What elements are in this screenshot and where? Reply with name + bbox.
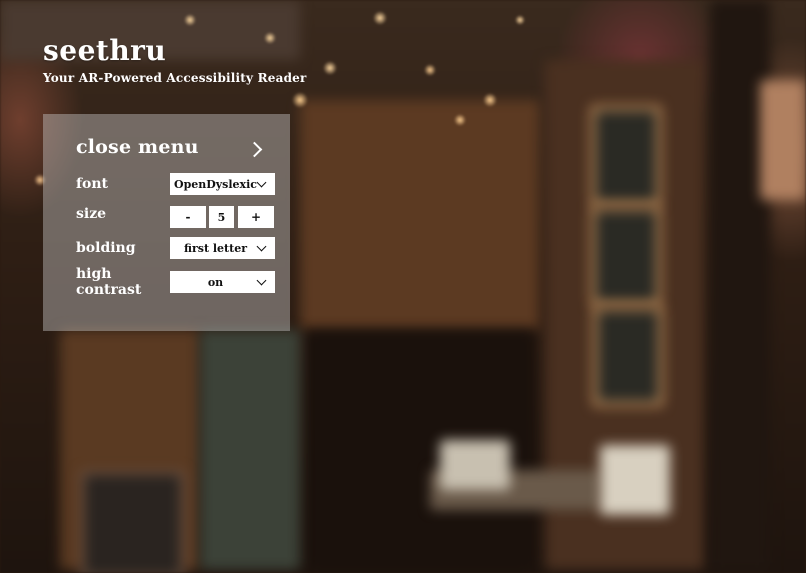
size-row: size - 5 + xyxy=(76,206,275,228)
high-contrast-row: high contrast on xyxy=(76,266,275,298)
chevron-down-icon xyxy=(256,177,267,188)
size-increase-button[interactable]: + xyxy=(238,206,274,228)
app-title: seethru xyxy=(43,34,167,67)
high-contrast-select[interactable]: on xyxy=(170,271,275,293)
app-subtitle: Your AR-Powered Accessibility Reader xyxy=(43,71,307,85)
bolding-value: first letter xyxy=(183,241,248,255)
size-value: 5 xyxy=(209,206,234,228)
high-contrast-value: on xyxy=(207,275,224,289)
chevron-right-icon xyxy=(246,141,263,157)
font-value: OpenDyslexic xyxy=(173,177,257,191)
size-label: size xyxy=(76,206,107,222)
size-decrease-button[interactable]: - xyxy=(170,206,206,228)
close-menu-label: close menu xyxy=(76,136,199,158)
settings-menu: close menu font OpenDyslexic size - 5 + … xyxy=(43,114,290,331)
chevron-down-icon xyxy=(256,275,267,286)
font-row: font OpenDyslexic xyxy=(76,173,275,195)
bolding-select[interactable]: first letter xyxy=(170,237,275,259)
size-stepper: - 5 + xyxy=(170,206,275,228)
high-contrast-label: high contrast xyxy=(76,266,142,298)
font-select[interactable]: OpenDyslexic xyxy=(170,173,275,195)
font-label: font xyxy=(76,176,109,192)
brand-header: seethru Your AR-Powered Accessibility Re… xyxy=(43,33,307,85)
close-menu-button[interactable]: close menu xyxy=(76,134,266,160)
bolding-label: bolding xyxy=(76,240,136,256)
chevron-down-icon xyxy=(256,241,267,252)
bolding-row: bolding first letter xyxy=(76,237,275,259)
